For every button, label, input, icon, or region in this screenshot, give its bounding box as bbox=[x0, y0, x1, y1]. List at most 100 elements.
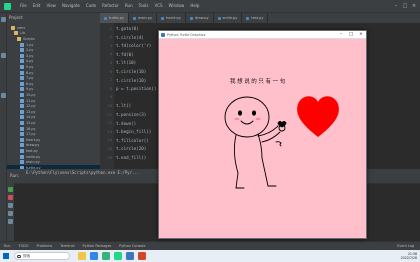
tree-item-label: venv bbox=[17, 25, 26, 30]
pycharm-taskbar-icon[interactable] bbox=[114, 252, 122, 260]
python-file-icon bbox=[20, 121, 24, 126]
menu-item-view[interactable]: View bbox=[46, 3, 56, 8]
tab-label: smile.py bbox=[222, 16, 238, 20]
tree-item-label: 1.py bbox=[26, 42, 34, 47]
line-number: 2 bbox=[109, 35, 112, 40]
menu-item-vcs[interactable]: VCS bbox=[154, 3, 162, 8]
status-tab-terminal[interactable]: Terminal bbox=[60, 244, 74, 248]
python-file-icon bbox=[20, 42, 24, 47]
python-file-icon bbox=[20, 160, 24, 165]
menu-item-edit[interactable]: Edit bbox=[33, 3, 41, 8]
editor-tabs: turtle.py main.py heart.py draw.py smile.py t… bbox=[100, 13, 420, 23]
tree-item-label: 6.py bbox=[26, 70, 34, 75]
tab-label: turtle.py bbox=[109, 16, 124, 20]
scroll-icon[interactable] bbox=[8, 203, 13, 208]
python-file-icon bbox=[20, 59, 24, 64]
status-tab-todo[interactable]: TODO bbox=[19, 244, 29, 248]
edge-browser-icon[interactable] bbox=[90, 252, 98, 260]
settings-icon[interactable] bbox=[8, 219, 13, 224]
editor-tab[interactable]: main.py bbox=[129, 13, 158, 23]
python-file-icon bbox=[20, 81, 24, 86]
project-header: Project bbox=[9, 15, 23, 20]
editor-tab[interactable]: draw.py bbox=[186, 13, 214, 23]
tree-item-label: 13.py bbox=[26, 109, 36, 114]
python-file-icon bbox=[246, 16, 250, 20]
tree-item-label: Lib bbox=[20, 31, 25, 36]
menu-item-window[interactable]: Window bbox=[169, 3, 185, 8]
close-icon[interactable]: × bbox=[410, 3, 418, 9]
code-line: t.lt() bbox=[116, 103, 132, 109]
menu-item-navigate[interactable]: Navigate bbox=[62, 3, 80, 8]
windows-taskbar: 搜索 21:58 2022/7/26 bbox=[0, 250, 420, 262]
status-tab-run[interactable]: Run bbox=[4, 244, 11, 248]
tree-item-label: 5.py bbox=[26, 65, 34, 70]
code-line: t.down() bbox=[116, 120, 137, 126]
line-number: 8 bbox=[109, 86, 112, 91]
tab-label: heart.py bbox=[166, 16, 181, 20]
python-file-icon bbox=[20, 48, 24, 53]
menu-item-tools[interactable]: Tools bbox=[139, 3, 149, 8]
print-icon[interactable] bbox=[8, 211, 13, 216]
turtle-drawing bbox=[224, 96, 339, 189]
python-file-icon bbox=[20, 70, 24, 75]
turtle-window-title: Python Turtle Graphics bbox=[167, 32, 206, 37]
structure-tool-icon[interactable] bbox=[1, 53, 6, 58]
minimize-icon[interactable]: – bbox=[392, 3, 400, 9]
file-explorer-icon[interactable] bbox=[78, 252, 86, 260]
event-log-button[interactable]: Event Log bbox=[397, 244, 414, 248]
tab-label: test.py bbox=[251, 16, 264, 20]
tree-item-label: main.py bbox=[26, 160, 40, 165]
menu-item-help[interactable]: Help bbox=[190, 3, 199, 8]
rerun-icon[interactable] bbox=[8, 187, 13, 192]
python-file-icon bbox=[20, 143, 24, 148]
tray-date: 2022/7/26 bbox=[400, 256, 417, 260]
bookmarks-tool-icon[interactable] bbox=[1, 93, 6, 98]
tree-item-label: 7.py bbox=[26, 76, 34, 81]
line-number: 9 bbox=[109, 95, 112, 100]
status-tab-python-packages[interactable]: Python Packages bbox=[83, 244, 112, 248]
code-line: t.pensize(3) bbox=[116, 112, 147, 117]
status-tab-python-console[interactable]: Python Console bbox=[119, 244, 145, 248]
taskbar-search-box[interactable]: 搜索 bbox=[14, 252, 70, 260]
maximize-icon[interactable]: □ bbox=[401, 3, 409, 9]
menu-item-run[interactable]: Run bbox=[125, 3, 133, 8]
menu-item-code[interactable]: Code bbox=[86, 3, 96, 8]
code-line: t.circle(4) bbox=[116, 34, 144, 40]
smiley-character bbox=[224, 96, 287, 189]
editor-tab[interactable]: turtle.py bbox=[100, 13, 129, 23]
app-taskbar-icon[interactable] bbox=[138, 252, 146, 260]
editor-tab[interactable]: smile.py bbox=[214, 13, 243, 23]
line-number: 4 bbox=[109, 52, 112, 57]
folder-icon bbox=[17, 37, 21, 42]
project-tool-icon[interactable] bbox=[1, 17, 6, 22]
line-number: 7 bbox=[109, 78, 112, 83]
run-command-output: E:\Python\Fly\venv\Scripts\python.exe E:… bbox=[26, 170, 140, 175]
python-file-icon bbox=[217, 16, 221, 20]
line-number: 12 bbox=[107, 121, 112, 126]
project-panel: Project venv Lib Scripts 1.py 2.py 3.py 4.py 5.… bbox=[7, 13, 100, 171]
line-number: 6 bbox=[109, 69, 112, 74]
code-line: t.circle(10) bbox=[116, 69, 147, 74]
editor-tab[interactable]: test.py bbox=[242, 13, 269, 23]
code-line: t.lt(10) bbox=[116, 60, 137, 66]
python-file-icon bbox=[20, 53, 24, 58]
python-file-icon bbox=[20, 65, 24, 70]
stop-icon[interactable] bbox=[8, 195, 13, 200]
store-icon[interactable] bbox=[102, 252, 110, 260]
python-feather-icon bbox=[161, 32, 165, 37]
status-tab-problems[interactable]: Problems bbox=[37, 244, 53, 248]
search-placeholder: 搜索 bbox=[23, 254, 31, 258]
tree-item-label: test.py bbox=[26, 149, 38, 154]
editor-tab[interactable]: heart.py bbox=[157, 13, 186, 23]
left-tool-strip bbox=[0, 13, 7, 241]
windows-start-icon[interactable] bbox=[3, 253, 9, 259]
system-tray-clock[interactable]: 21:58 2022/7/26 bbox=[401, 252, 417, 260]
pycharm-logo-icon bbox=[4, 3, 11, 10]
code-line: t.begin_fill() bbox=[116, 129, 152, 135]
python-turtle-taskbar-icon[interactable] bbox=[126, 252, 134, 260]
menu-item-file[interactable]: File bbox=[20, 3, 27, 8]
menu-item-refactor[interactable]: Refactor bbox=[102, 3, 119, 8]
tree-item-label: 17.py bbox=[26, 132, 36, 137]
tree-item-label: Scripts bbox=[23, 37, 35, 42]
run-label: Run: bbox=[10, 173, 20, 178]
